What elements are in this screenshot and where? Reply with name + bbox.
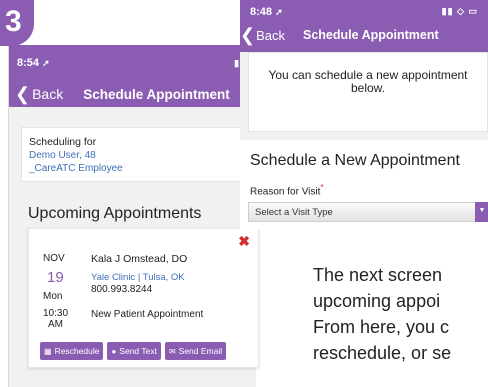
- appointment-card: ✖ NOV 19 Mon 10:30 AM Kala J Omstead, DO…: [28, 228, 259, 368]
- caption-line-2: upcoming appoi: [313, 291, 441, 311]
- status-bar: 8:54 ➚ ▮▮▮: [9, 45, 256, 73]
- reschedule-button[interactable]: ▦ Reschedule: [40, 342, 104, 360]
- chevron-left-icon[interactable]: ❮: [15, 85, 30, 103]
- instruction-text: The next screen upcoming appoi From here…: [313, 262, 488, 366]
- caption-line-4: reschedule, or se: [313, 343, 452, 363]
- schedule-info-box: You can schedule a new appointment below…: [248, 52, 488, 132]
- patient-name-link[interactable]: Demo User, 48: [29, 149, 249, 162]
- clinic-location-link[interactable]: Yale Clinic | Tulsa, OK: [91, 272, 185, 283]
- scheduling-for-card: Scheduling for Demo User, 48 _CareATC Em…: [21, 127, 256, 182]
- location-arrow-icon: ➚: [42, 58, 50, 68]
- nav-bar: ❮ Back Schedule Appointment: [9, 73, 256, 107]
- new-appointment-heading: Schedule a New Appointment: [250, 152, 460, 169]
- chat-bubble-icon: ●: [111, 346, 117, 356]
- status-time: 8:54: [17, 57, 40, 69]
- cancel-appointment-icon[interactable]: ✖: [238, 233, 250, 250]
- appointment-type: New Patient Appointment: [91, 309, 204, 320]
- chevron-left-icon[interactable]: ❮: [240, 26, 255, 44]
- scheduling-for-heading: Scheduling for: [29, 136, 97, 148]
- send-text-label: Send Text: [119, 346, 157, 356]
- send-email-button[interactable]: ✉ Send Email: [164, 342, 227, 360]
- appointment-day: 19: [47, 269, 64, 286]
- visit-type-placeholder: Select a Visit Type: [255, 207, 333, 218]
- appointment-time: 10:30 AM: [43, 308, 68, 330]
- status-bar: 8:48 ➚ ▮▮ ◇ ▭: [240, 0, 488, 24]
- caption-line-1: The next screen: [313, 265, 443, 285]
- back-button[interactable]: Back: [32, 86, 63, 102]
- clinic-phone[interactable]: 800.993.8244: [91, 284, 152, 295]
- required-mark: *: [320, 182, 324, 192]
- appointment-time-value: 10:30: [43, 308, 69, 319]
- visit-type-select[interactable]: Select a Visit Type ▼: [248, 202, 488, 222]
- back-button[interactable]: Back: [256, 28, 285, 43]
- caption-line-3: From here, you c: [313, 317, 450, 337]
- signal-wifi-battery-icon: ▮▮ ◇ ▭: [441, 6, 478, 16]
- reason-label-text: Reason for Visit: [250, 186, 321, 198]
- info-text-line2: below.: [350, 81, 386, 95]
- patient-role: _CareATC Employee: [29, 163, 123, 174]
- calendar-icon: ▦: [44, 346, 52, 356]
- location-arrow-icon: ➚: [275, 7, 283, 17]
- envelope-icon: ✉: [168, 346, 176, 356]
- provider-name: Kala J Omstead, DO: [91, 253, 188, 265]
- upcoming-appointments-heading: Upcoming Appointments: [28, 205, 202, 222]
- status-time: 8:48: [250, 6, 273, 18]
- right-phone-screenshot: 8:48 ➚ ▮▮ ◇ ▭ ❮ Back Schedule Appointmen…: [240, 0, 488, 230]
- step-number-badge: 3: [0, 0, 34, 46]
- dropdown-arrow-icon[interactable]: ▼: [475, 202, 488, 222]
- nav-bar: ❮ Back Schedule Appointment: [240, 24, 488, 52]
- reschedule-label: Reschedule: [54, 346, 100, 356]
- page-title: Schedule Appointment: [303, 28, 439, 42]
- send-text-button[interactable]: ● Send Text: [107, 342, 161, 360]
- appointment-actions: ▦ Reschedule ● Send Text ✉ Send Email: [40, 342, 227, 360]
- new-appointment-panel: Schedule a New Appointment Reason for Vi…: [240, 140, 488, 230]
- page-title: Schedule Appointment: [83, 86, 230, 102]
- appointment-ampm: AM: [48, 319, 64, 330]
- reason-for-visit-label: Reason for Visit*: [250, 182, 488, 197]
- send-email-label: Send Email: [178, 346, 223, 356]
- appointment-month: NOV: [43, 253, 65, 264]
- appointment-weekday: Mon: [43, 291, 63, 302]
